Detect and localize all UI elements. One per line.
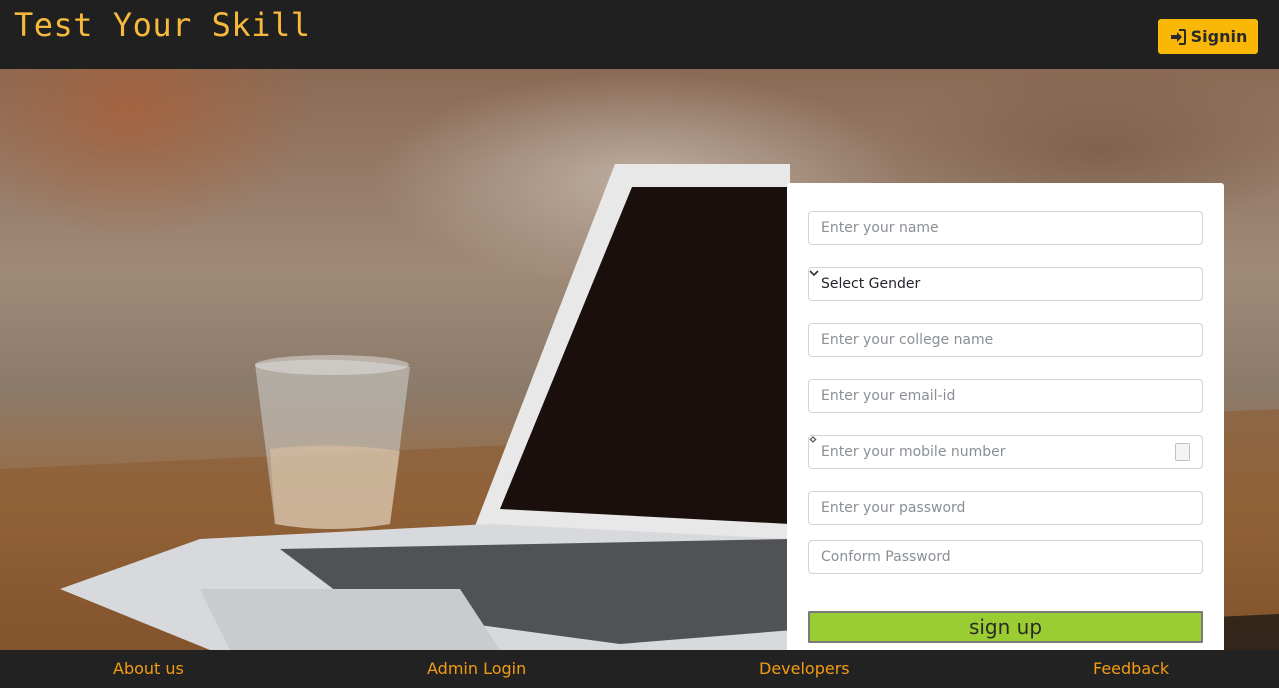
confirm-password-field[interactable]: [808, 540, 1203, 574]
footer-link-developers[interactable]: Developers: [759, 659, 850, 678]
signup-form: Select Gender sign up: [787, 183, 1224, 650]
footer-link-feedback[interactable]: Feedback: [1093, 659, 1169, 678]
password-field[interactable]: [808, 491, 1203, 525]
hero-background: Select Gender sign up: [0, 69, 1279, 650]
footer-link-about-us[interactable]: About us: [113, 659, 184, 678]
number-stepper-icon[interactable]: [809, 436, 1190, 461]
top-navbar: Test Your Skill Signin: [0, 0, 1279, 69]
site-brand[interactable]: Test Your Skill: [14, 6, 310, 44]
signin-label: Signin: [1190, 27, 1248, 46]
sign-in-icon: [1169, 28, 1187, 46]
name-field[interactable]: [808, 211, 1203, 245]
gender-selected-value: Select Gender: [821, 276, 921, 292]
footer-bar: About us Admin Login Developers Feedback: [0, 650, 1279, 688]
college-field[interactable]: [808, 323, 1203, 357]
mobile-input[interactable]: [821, 436, 1169, 468]
signin-button[interactable]: Signin: [1158, 19, 1258, 54]
gender-select[interactable]: Select Gender: [808, 267, 1203, 301]
mobile-field[interactable]: [808, 435, 1203, 469]
email-input[interactable]: [821, 380, 1190, 412]
chevron-down-icon: [809, 270, 1190, 289]
signup-button[interactable]: sign up: [808, 611, 1203, 643]
name-input[interactable]: [821, 212, 1190, 244]
college-input[interactable]: [821, 324, 1190, 356]
password-input[interactable]: [821, 492, 1190, 524]
confirm-password-input[interactable]: [821, 541, 1190, 573]
email-field[interactable]: [808, 379, 1203, 413]
footer-link-admin-login[interactable]: Admin Login: [427, 659, 526, 678]
